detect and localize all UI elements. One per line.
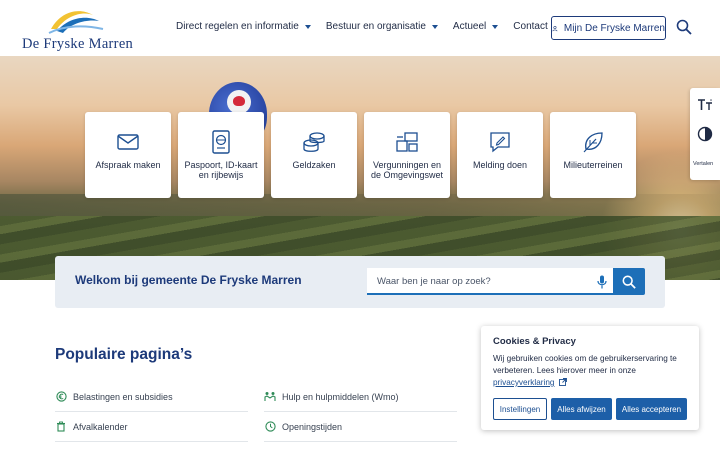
support-icon — [264, 391, 276, 403]
cookie-body: Wij gebruiken cookies om de gebruikerser… — [493, 354, 677, 375]
popular-link-belastingen[interactable]: Belastingen en subsidies — [55, 382, 248, 412]
cookie-reject-button[interactable]: Alles afwijzen — [551, 398, 612, 420]
translate-link[interactable]: Vertalen — [693, 161, 713, 167]
privacy-link[interactable]: privacyverklaring — [493, 378, 554, 387]
cookie-text: Wij gebruiken cookies om de gebruikerser… — [493, 353, 689, 389]
logo-mark-icon — [48, 11, 104, 34]
tile-milieu[interactable]: Milieuterreinen — [550, 112, 636, 198]
popular-link-label: Openingstijden — [282, 421, 343, 432]
search-icon[interactable] — [676, 19, 692, 35]
tile-melding[interactable]: Melding doen — [457, 112, 543, 198]
chevron-down-icon — [304, 25, 311, 29]
nav-label: Contact — [513, 21, 548, 32]
leaf-icon — [582, 130, 604, 154]
popular-link-label: Hulp en hulpmiddelen (Wmo) — [282, 391, 399, 402]
coins-icon — [302, 130, 326, 154]
nav-actueel[interactable]: Actueel — [452, 21, 499, 32]
envelope-icon — [117, 130, 139, 154]
text-size-icon[interactable] — [697, 97, 713, 113]
page: De Fryske Marren Direct regelen en infor… — [0, 0, 720, 450]
tile-label: Melding doen — [472, 160, 528, 170]
tile-label: Geldzaken — [292, 160, 336, 170]
logo[interactable]: De Fryske Marren — [22, 7, 133, 52]
balloon-heart — [233, 96, 245, 106]
popular-link-afvalkalender[interactable]: Afvalkalender — [55, 412, 248, 442]
chevron-down-icon — [431, 25, 438, 29]
popular-link-wmo[interactable]: Hulp en hulpmiddelen (Wmo) — [264, 382, 457, 412]
tile-vergunningen[interactable]: Vergunningen en de Omgevingswet — [364, 112, 450, 198]
tile-afspraak[interactable]: Afspraak maken — [85, 112, 171, 198]
nav-contact[interactable]: Contact — [513, 21, 547, 32]
main-nav: Direct regelen en informatie Bestuur en … — [176, 21, 563, 32]
tile-label: Afspraak maken — [95, 160, 161, 170]
passport-icon — [211, 130, 231, 154]
chevron-down-icon — [492, 25, 499, 29]
site-header: De Fryske Marren Direct regelen en infor… — [0, 0, 720, 56]
nav-label: Bestuur en organisatie — [325, 21, 426, 32]
tile-label: Paspoort, ID-kaart en rijbewijs — [184, 160, 258, 180]
popular-link-openingstijden[interactable]: Openingstijden — [264, 412, 457, 442]
tile-label: Milieuterreinen — [563, 160, 623, 170]
cookie-title: Cookies & Privacy — [493, 336, 576, 347]
microphone-icon[interactable] — [597, 275, 607, 289]
accessibility-panel: Vertalen — [690, 88, 720, 180]
popular-link-label: Belastingen en subsidies — [73, 391, 173, 402]
report-icon — [489, 130, 511, 154]
cookie-dialog: Cookies & Privacy Wij gebruiken cookies … — [481, 326, 699, 430]
nav-direct-regelen[interactable]: Direct regelen en informatie — [176, 21, 311, 32]
user-icon — [552, 25, 558, 31]
nav-bestuur[interactable]: Bestuur en organisatie — [326, 21, 438, 32]
building-permit-icon — [395, 130, 419, 154]
welcome-bar: Welkom bij gemeente De Fryske Marren Waa… — [55, 256, 665, 308]
popular-title: Populaire pagina’s — [55, 346, 193, 363]
tile-paspoort[interactable]: Paspoort, ID-kaart en rijbewijs — [178, 112, 264, 198]
welcome-title: Welkom bij gemeente De Fryske Marren — [75, 273, 302, 287]
trash-icon — [55, 421, 67, 433]
nav-label: Direct regelen en informatie — [176, 21, 299, 32]
tile-label: Vergunningen en de Omgevingswet — [370, 160, 444, 180]
search-input[interactable]: Waar ben je naar op zoek? — [367, 268, 613, 295]
search-icon — [622, 275, 636, 289]
clock-icon — [264, 421, 276, 433]
account-button[interactable]: Mijn De Fryske Marren — [551, 16, 666, 40]
nav-label: Actueel — [452, 21, 487, 32]
external-link-icon — [558, 378, 567, 386]
contrast-icon[interactable] — [697, 126, 713, 142]
popular-link-label: Afvalkalender — [73, 421, 128, 432]
account-button-label: Mijn De Fryske Marren — [563, 22, 665, 34]
cookie-accept-button[interactable]: Alles accepteren — [616, 398, 687, 420]
euro-icon — [55, 391, 67, 403]
tile-geldzaken[interactable]: Geldzaken — [271, 112, 357, 198]
cookie-settings-button[interactable]: Instellingen — [493, 398, 547, 420]
search-button[interactable] — [613, 268, 645, 295]
logo-text: De Fryske Marren — [22, 36, 134, 52]
